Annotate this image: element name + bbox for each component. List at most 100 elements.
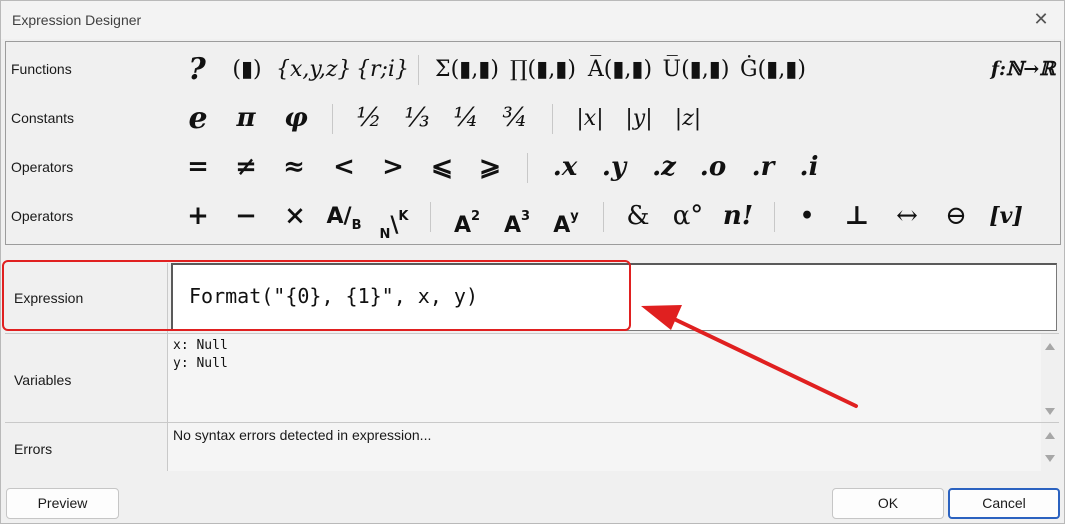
dot-product-button[interactable]: • <box>792 192 822 241</box>
window-title: Expression Designer <box>12 12 142 28</box>
title-bar: Expression Designer ✕ <box>1 1 1064 39</box>
errors-scrollbar[interactable] <box>1041 423 1059 471</box>
vector-button[interactable]: [v] <box>986 192 1026 241</box>
palette-row-arithmetic-operators: Operators + − × A/B N\K A2 A3 Ay & α° n!… <box>6 192 1060 242</box>
scroll-up-icon[interactable] <box>1045 432 1055 439</box>
palette-row-label: Functions <box>11 61 72 77</box>
product-button[interactable]: ∏(▮,▮) <box>509 45 577 94</box>
power-base: A <box>553 213 571 238</box>
double-arrow-button[interactable]: ↔ <box>890 192 924 241</box>
palette-row-constants: e π φ ½ ⅓ ¼ ¾ |x| |y| |z| <box>6 94 1060 143</box>
component-o-button[interactable]: .o <box>692 143 734 192</box>
divide-numerator: A <box>326 204 344 229</box>
equals-button[interactable]: = <box>182 143 214 192</box>
square-base: A <box>453 213 471 238</box>
constant-phi-button[interactable]: φ <box>278 94 314 143</box>
choose-button[interactable]: N\K <box>376 192 412 242</box>
conditional-button[interactable]: ? <box>182 45 212 94</box>
sum-button[interactable]: Σ(▮,▮) <box>434 45 500 94</box>
expression-designer-window: Expression Designer ✕ ? (▮) {x,y,z} {r;i… <box>0 0 1065 524</box>
power-exponent: y <box>570 209 579 224</box>
expression-label-cell: Expression <box>5 263 168 333</box>
expression-label: Expression <box>14 290 84 306</box>
component-r-button[interactable]: .r <box>743 143 783 192</box>
square-exponent: 2 <box>470 209 481 224</box>
fraction-three-quarters-button[interactable]: ¾ <box>498 94 532 143</box>
component-x-button[interactable]: .x <box>544 143 586 192</box>
palette-separator <box>774 202 775 232</box>
expression-row: Expression Format("{0}, {1}", x, y) <box>5 263 1059 334</box>
palette-separator <box>527 153 528 183</box>
minus-button[interactable]: − <box>230 192 262 241</box>
preview-button[interactable]: Preview <box>6 488 119 519</box>
palette-separator <box>430 202 431 232</box>
and-button[interactable]: & <box>620 192 656 241</box>
greater-equal-button[interactable]: ⩾ <box>474 143 506 192</box>
palette-row-label: Operators <box>11 159 74 175</box>
fraction-third-button[interactable]: ⅓ <box>400 94 434 143</box>
approx-button[interactable]: ≈ <box>278 143 310 192</box>
palette-row-comparison-operators: Operators = ≠ ≈ < > ⩽ ⩾ .x .y .z .o .r .… <box>6 143 1060 192</box>
function-map-button[interactable]: f:ℕ→ℝ <box>990 45 1056 94</box>
choose-superscript: K <box>398 209 409 224</box>
errors-row: Errors No syntax errors detected in expr… <box>5 423 1059 471</box>
degree-button[interactable]: α° <box>666 192 710 241</box>
abs-x-button[interactable]: |x| <box>568 94 612 143</box>
cube-exponent: 3 <box>520 209 531 224</box>
palette-separator <box>603 202 604 232</box>
scroll-down-icon[interactable] <box>1045 455 1055 462</box>
errors-label: Errors <box>14 441 53 457</box>
complex-ri-button[interactable]: {r;i} <box>356 45 409 94</box>
errors-message: No syntax errors detected in expression.… <box>173 427 432 443</box>
constant-pi-button[interactable]: π <box>230 94 262 143</box>
constant-e-button[interactable]: e <box>182 94 214 143</box>
divide-button[interactable]: A/B <box>326 192 362 241</box>
plus-button[interactable]: + <box>182 192 214 241</box>
errors-panel[interactable]: No syntax errors detected in expression.… <box>168 423 1059 471</box>
vector-xyz-button[interactable]: {x,y,z} <box>276 45 352 94</box>
scroll-down-icon[interactable] <box>1045 408 1055 415</box>
variables-list[interactable]: x: Null y: Null <box>168 334 1059 422</box>
factorial-button[interactable]: n! <box>718 192 758 241</box>
palette-separator <box>418 55 419 85</box>
power-button[interactable]: Ay <box>549 192 583 241</box>
symbol-palette: ? (▮) {x,y,z} {r;i} Σ(▮,▮) ∏(▮,▮) A̅(▮,▮… <box>5 41 1061 245</box>
union-button[interactable]: U̅(▮,▮) <box>662 45 730 94</box>
cancel-button[interactable]: Cancel <box>948 488 1060 519</box>
component-z-button[interactable]: .z <box>644 143 684 192</box>
abs-z-button[interactable]: |z| <box>668 94 708 143</box>
divide-denominator: B <box>351 218 362 233</box>
less-equal-button[interactable]: ⩽ <box>426 143 458 192</box>
circle-minus-button[interactable]: ⊖ <box>939 192 973 241</box>
g-function-button[interactable]: Ġ(▮,▮) <box>739 45 807 94</box>
errors-label-cell: Errors <box>5 423 168 471</box>
ok-button[interactable]: OK <box>832 488 944 519</box>
expression-input[interactable]: Format("{0}, {1}", x, y) <box>171 263 1057 331</box>
palette-row-functions: ? (▮) {x,y,z} {r;i} Σ(▮,▮) ∏(▮,▮) A̅(▮,▮… <box>6 45 1060 94</box>
variables-label-cell: Variables <box>5 334 168 422</box>
component-i-button[interactable]: .i <box>792 143 826 192</box>
multiply-button[interactable]: × <box>279 192 311 241</box>
variables-label: Variables <box>14 372 72 388</box>
parentheses-button[interactable]: (▮) <box>228 45 266 94</box>
fraction-half-button[interactable]: ½ <box>352 94 386 143</box>
cube-button[interactable]: A3 <box>500 192 534 241</box>
component-y-button[interactable]: .y <box>594 143 634 192</box>
variables-scrollbar[interactable] <box>1041 334 1059 422</box>
not-equal-button[interactable]: ≠ <box>230 143 262 192</box>
square-button[interactable]: A2 <box>450 192 484 241</box>
variable-line: y: Null <box>173 356 228 371</box>
average-button[interactable]: A̅(▮,▮) <box>586 45 654 94</box>
fraction-quarter-button[interactable]: ¼ <box>449 94 483 143</box>
abs-y-button[interactable]: |y| <box>619 94 659 143</box>
less-than-button[interactable]: < <box>328 143 360 192</box>
palette-row-label: Operators <box>11 208 74 224</box>
close-icon[interactable]: ✕ <box>1032 11 1050 29</box>
expression-grid: Expression Format("{0}, {1}", x, y) Vari… <box>5 263 1059 473</box>
palette-separator <box>332 104 333 134</box>
greater-than-button[interactable]: > <box>377 143 409 192</box>
palette-row-label: Constants <box>11 110 75 126</box>
choose-base: N <box>379 227 391 242</box>
perpendicular-button[interactable]: ⊥ <box>841 192 873 241</box>
scroll-up-icon[interactable] <box>1045 343 1055 350</box>
